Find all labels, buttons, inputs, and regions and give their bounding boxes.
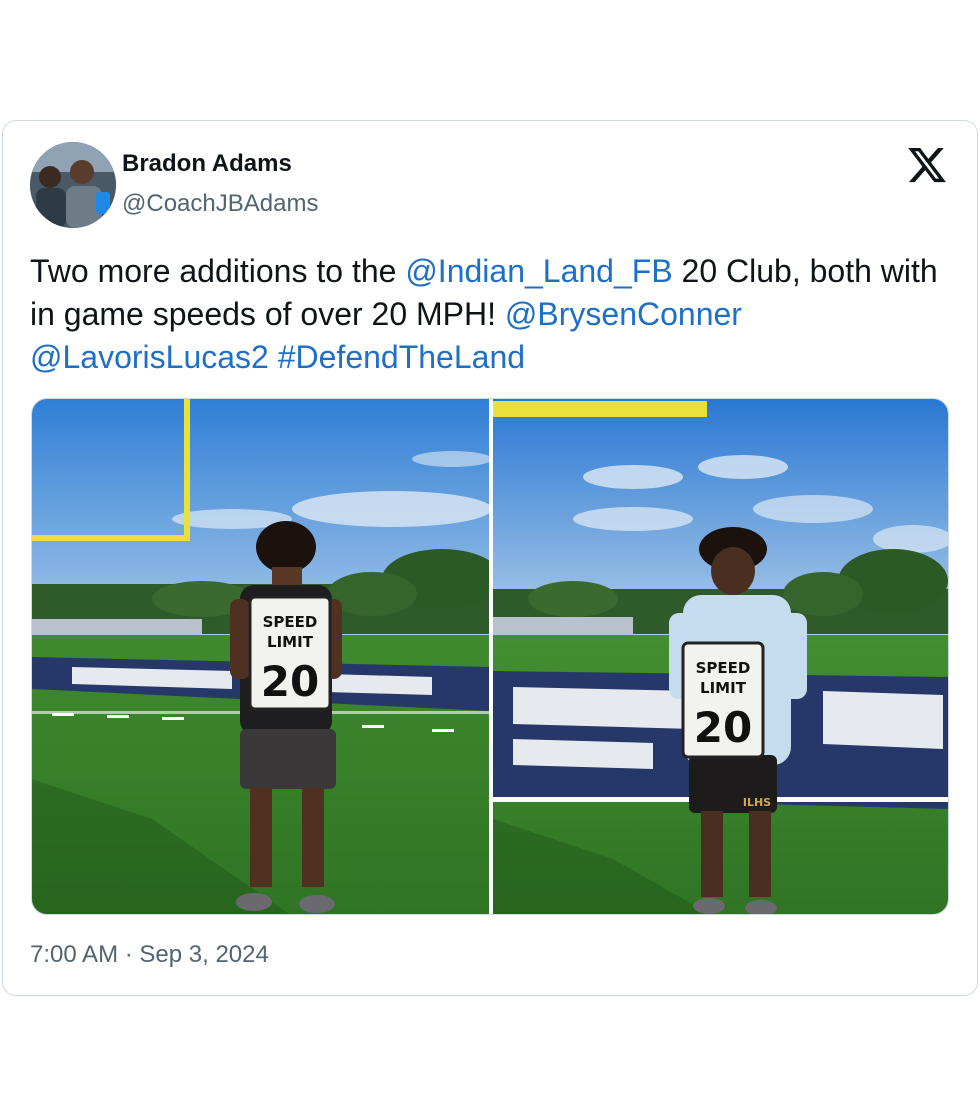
avatar-photo-icon — [30, 142, 116, 228]
mention-brysenconner-link[interactable]: @BrysenConner — [505, 296, 742, 332]
tweet-timestamp[interactable]: 7:00 AM · Sep 3, 2024 — [30, 941, 269, 969]
sign-number-text: 20 — [694, 703, 752, 752]
hashtag-defendtheland-link[interactable]: #DefendTheLand — [278, 339, 525, 375]
media-grid: SPEED LIMIT 20 ILHS SPEED LIMIT 20 — [31, 398, 949, 915]
tweet-text: Two more additions to the @Indian_Land_F… — [30, 250, 960, 379]
author-avatar[interactable] — [30, 142, 116, 228]
sign-limit-text: LIMIT — [267, 633, 314, 651]
x-logo-icon[interactable] — [906, 144, 948, 186]
sign-limit-text: LIMIT — [700, 679, 747, 697]
photo-2[interactable]: ILHS SPEED LIMIT 20 — [493, 399, 948, 914]
mention-lavorislucas2-link[interactable]: @LavorisLucas2 — [30, 339, 269, 375]
shorts-logo-text: ILHS — [743, 796, 771, 809]
tweet-text-segment — [269, 339, 278, 375]
sign-speed-text: SPEED — [696, 659, 751, 677]
tweet-text-segment: Two more additions to the — [30, 253, 406, 289]
author-handle[interactable]: @CoachJBAdams — [122, 190, 318, 218]
sign-number-text: 20 — [261, 657, 319, 706]
sign-speed-text: SPEED — [263, 613, 318, 631]
photo-1[interactable]: SPEED LIMIT 20 — [32, 399, 489, 914]
mention-indian-land-fb-link[interactable]: @Indian_Land_FB — [405, 253, 672, 289]
author-name[interactable]: Bradon Adams — [122, 150, 292, 178]
